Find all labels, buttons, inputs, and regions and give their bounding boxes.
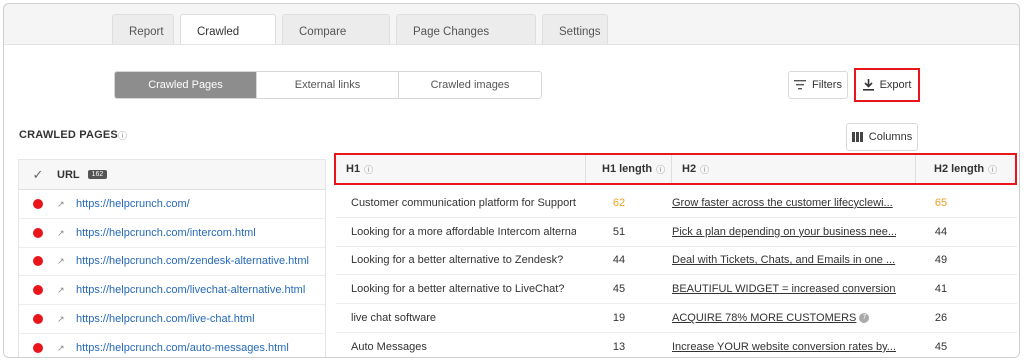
h2-cell[interactable]: Deal with Tickets, Chats, and Emails in … bbox=[662, 254, 896, 266]
h2-length-column-header[interactable]: H2 length ⓘ bbox=[916, 155, 1014, 183]
tab-compare-crawls[interactable]: Compare crawls bbox=[282, 14, 390, 72]
h2-cell[interactable]: ACQUIRE 78% MORE CUSTOMERS 7 bbox=[662, 312, 896, 324]
table-row[interactable]: ↗ https://helpcrunch.com/livechat-alterna… bbox=[19, 276, 325, 306]
h1-length-cell: 13 bbox=[612, 340, 626, 353]
status-dot-icon bbox=[33, 227, 43, 238]
h1-cell: live chat software bbox=[351, 312, 436, 325]
page-title: CRAWLED PAGESⓘ bbox=[19, 129, 128, 141]
h1-length-cell: 19 bbox=[612, 312, 626, 325]
h1-length-column-header[interactable]: H1 length ⓘ bbox=[586, 155, 672, 183]
table-row[interactable]: ↗ https://helpcrunch.com/intercom.html bbox=[19, 219, 325, 248]
headings-table-header: H1 ⓘ H1 length ⓘ H2 ⓘ H2 length ⓘ bbox=[334, 153, 1017, 185]
h2-length-cell: 44 bbox=[934, 225, 948, 238]
view-switcher: Crawled Pages External links Crawled ima… bbox=[114, 71, 542, 99]
segment-crawled-pages[interactable]: Crawled Pages bbox=[115, 72, 257, 98]
table-row[interactable]: Looking for a better alternative to Live… bbox=[336, 275, 1017, 305]
table-row[interactable]: Looking for a better alternative to Zend… bbox=[336, 247, 1017, 276]
status-dot-icon bbox=[33, 285, 43, 296]
help-icon[interactable]: ⓘ bbox=[364, 163, 373, 176]
status-dot-icon bbox=[33, 314, 43, 325]
filter-icon bbox=[794, 80, 807, 90]
h2-length-cell: 49 bbox=[934, 254, 948, 267]
url-link[interactable]: https://helpcrunch.com/zendesk-alternati… bbox=[76, 255, 309, 267]
url-count-badge: 162 bbox=[87, 170, 108, 179]
columns-icon bbox=[851, 132, 863, 142]
table-row[interactable]: live chat software 19 ACQUIRE 78% MORE CUS… bbox=[336, 304, 1017, 333]
status-dot-icon bbox=[33, 342, 43, 353]
h2-length-cell: 65 bbox=[934, 196, 948, 209]
top-tabs: Report Crawled pages Compare crawls Page… bbox=[112, 14, 608, 72]
h1-cell: Looking for a better alternative to Live… bbox=[351, 283, 565, 296]
h2-cell[interactable]: Increase YOUR website conversion rates b… bbox=[662, 341, 896, 353]
url-table-header: ✓ URL 162 bbox=[19, 160, 325, 190]
tab-crawled-pages[interactable]: Crawled pages bbox=[180, 14, 276, 72]
table-row[interactable]: ↗ https://helpcrunch.com/auto-messages.ht… bbox=[19, 334, 325, 357]
table-row[interactable]: Looking for a more affordable Intercom a… bbox=[336, 218, 1017, 247]
url-link[interactable]: https://helpcrunch.com/live-chat.html bbox=[76, 313, 255, 325]
h1-cell: Customer communication platform for Supp… bbox=[351, 196, 576, 209]
h1-length-cell: 62 bbox=[612, 196, 626, 209]
h1-length-cell: 44 bbox=[612, 254, 626, 267]
table-row[interactable]: ↗ https://helpcrunch.com/ bbox=[19, 190, 325, 219]
segment-external-links[interactable]: External links bbox=[257, 72, 399, 98]
app-frame: Report Crawled pages Compare crawls Page… bbox=[3, 3, 1020, 358]
help-icon[interactable]: ⓘ bbox=[656, 163, 665, 176]
table-row[interactable]: ↗ https://helpcrunch.com/live-chat.html bbox=[19, 305, 325, 334]
help-icon[interactable]: ⓘ bbox=[988, 163, 997, 176]
h2-length-cell: 45 bbox=[934, 340, 948, 353]
segment-crawled-images[interactable]: Crawled images bbox=[399, 72, 541, 98]
help-icon[interactable]: ⓘ bbox=[118, 131, 127, 141]
download-icon bbox=[862, 79, 874, 91]
url-link[interactable]: https://helpcrunch.com/auto-messages.htm… bbox=[76, 342, 289, 354]
columns-label: Columns bbox=[868, 131, 913, 143]
h2-count-badge: 7 bbox=[859, 313, 870, 324]
external-link-icon[interactable]: ↗ bbox=[57, 314, 67, 324]
headings-table: H1 ⓘ H1 length ⓘ H2 ⓘ H2 length ⓘ Customer c… bbox=[334, 153, 1018, 357]
h1-cell: Looking for a better alternative to Zend… bbox=[351, 254, 564, 267]
url-header[interactable]: URL bbox=[57, 169, 80, 181]
h2-cell[interactable]: Pick a plan depending on your business n… bbox=[662, 226, 896, 238]
export-button[interactable]: Export bbox=[857, 71, 917, 99]
h1-cell: Looking for a more affordable Intercom a… bbox=[351, 225, 576, 238]
h1-cell: Auto Messages bbox=[351, 340, 427, 353]
h2-length-cell: 26 bbox=[934, 312, 948, 325]
table-row[interactable]: ↗ https://helpcrunch.com/zendesk-alternat… bbox=[19, 248, 325, 277]
external-link-icon[interactable]: ↗ bbox=[57, 228, 67, 238]
table-row[interactable]: Auto Messages 13 Increase YOUR website con… bbox=[336, 333, 1017, 357]
h2-cell[interactable]: Grow faster across the customer lifecycl… bbox=[662, 197, 896, 209]
main-panel: Crawled Pages External links Crawled ima… bbox=[4, 44, 1019, 357]
tab-report[interactable]: Report bbox=[112, 14, 174, 48]
url-link[interactable]: https://helpcrunch.com/intercom.html bbox=[76, 227, 256, 239]
export-highlight: Export bbox=[854, 68, 920, 102]
url-link[interactable]: https://helpcrunch.com/ bbox=[76, 198, 190, 210]
external-link-icon[interactable]: ↗ bbox=[57, 199, 67, 209]
help-icon[interactable]: ⓘ bbox=[700, 163, 709, 176]
h1-column-header[interactable]: H1 ⓘ bbox=[336, 155, 586, 183]
export-label: Export bbox=[879, 79, 912, 91]
tab-page-changes-monitoring[interactable]: Page Changes Monitoring bbox=[396, 14, 536, 72]
url-link[interactable]: https://helpcrunch.com/livechat-alternat… bbox=[76, 284, 305, 296]
filters-button[interactable]: Filters bbox=[788, 71, 848, 99]
external-link-icon[interactable]: ↗ bbox=[57, 256, 67, 266]
h2-column-header[interactable]: H2 ⓘ bbox=[672, 155, 916, 183]
status-dot-icon bbox=[33, 256, 43, 267]
status-dot-icon bbox=[33, 198, 43, 209]
url-table: ✓ URL 162 ↗ https://helpcrunch.com/ ↗ http… bbox=[18, 159, 326, 357]
external-link-icon[interactable]: ↗ bbox=[57, 285, 67, 295]
filters-label: Filters bbox=[812, 79, 842, 91]
h1-length-cell: 45 bbox=[612, 283, 626, 296]
table-row[interactable]: Customer communication platform for Supp… bbox=[336, 189, 1017, 218]
h2-length-cell: 41 bbox=[934, 283, 948, 296]
tab-settings[interactable]: Settings bbox=[542, 14, 608, 48]
h1-length-cell: 51 bbox=[612, 225, 626, 238]
columns-button[interactable]: Columns bbox=[846, 123, 918, 151]
h2-cell[interactable]: BEAUTIFUL WIDGET = increased conversions… bbox=[662, 283, 896, 295]
headings-rows: Customer communication platform for Supp… bbox=[336, 189, 1017, 357]
check-icon[interactable]: ✓ bbox=[19, 167, 57, 183]
external-link-icon[interactable]: ↗ bbox=[57, 343, 67, 353]
